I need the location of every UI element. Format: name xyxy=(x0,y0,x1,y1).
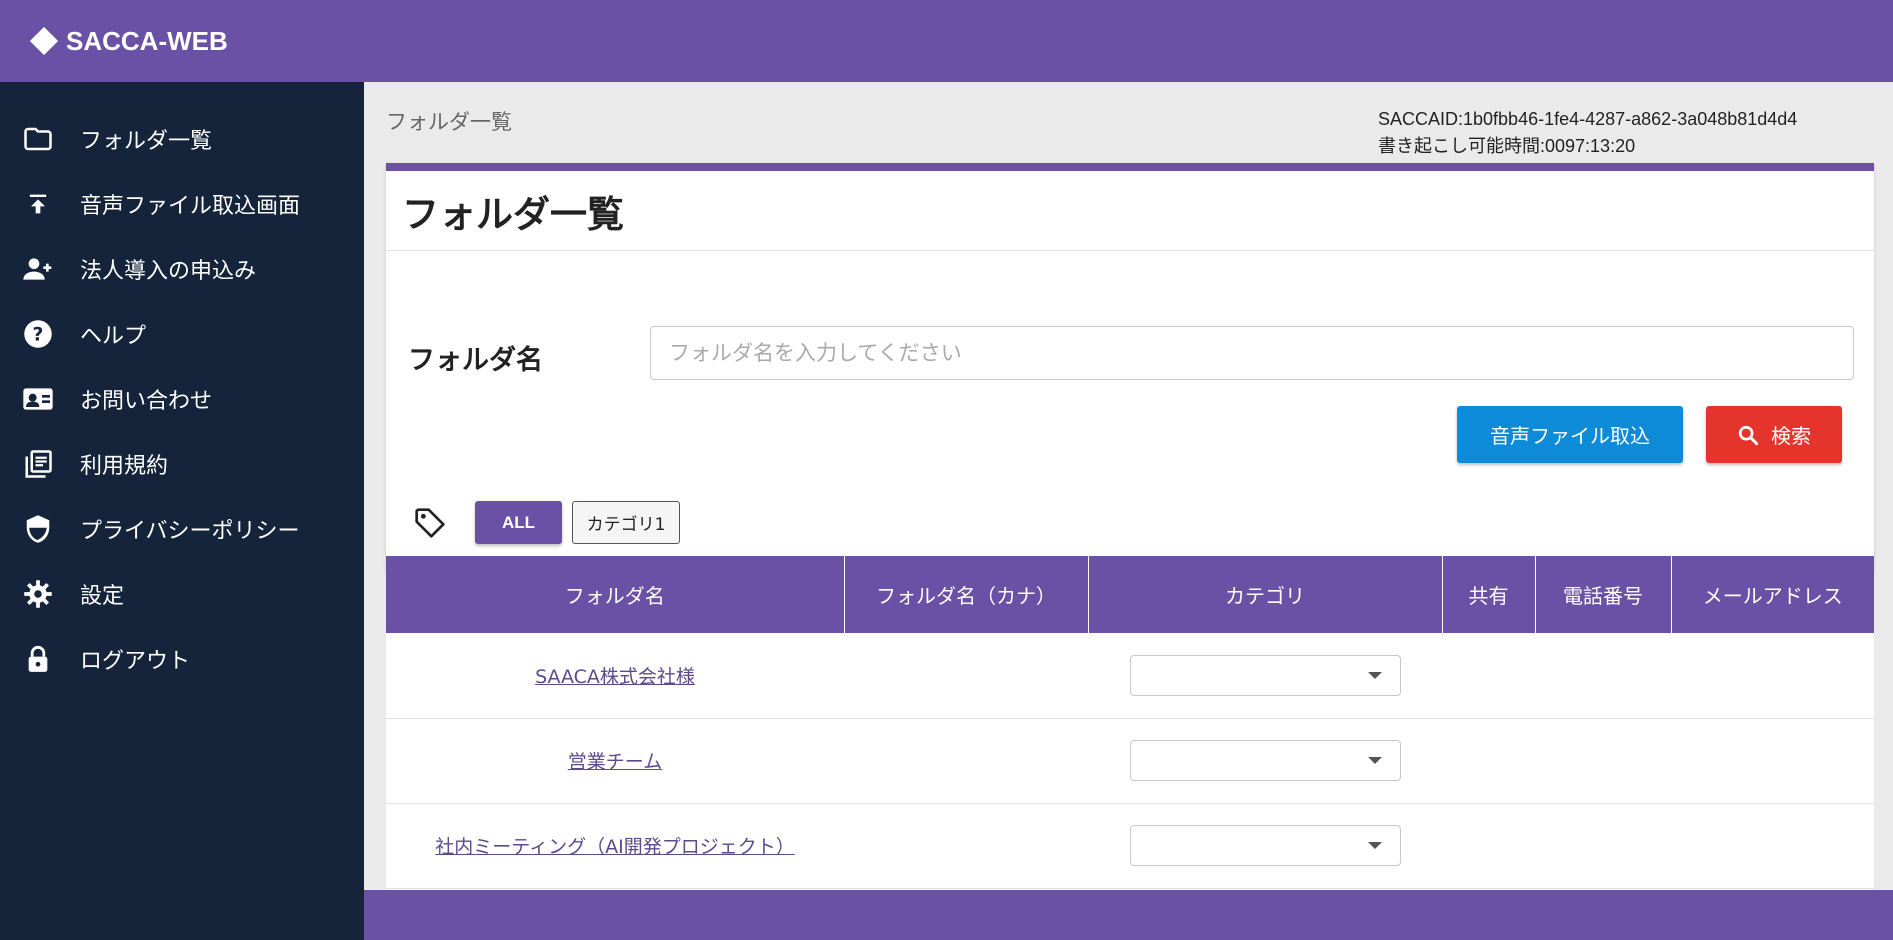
sidebar-item-label: 設定 xyxy=(80,583,125,609)
category-select[interactable] xyxy=(1129,654,1401,696)
cell-phone xyxy=(1535,803,1671,889)
cell-email xyxy=(1671,803,1874,889)
sidebar: フォルダ一覧 音声ファイル取込画面 法人導入の申込み ? ヘルプ お問い合わせ … xyxy=(0,82,364,940)
footer-bar xyxy=(364,890,1893,940)
sidebar-item-terms[interactable]: 利用規約 xyxy=(0,431,364,496)
cell-phone xyxy=(1535,718,1671,804)
brand-logo[interactable]: SACCA-WEB xyxy=(30,26,228,57)
table-row: SAACA株式会社様 xyxy=(386,633,1874,719)
tag-icon xyxy=(414,507,446,539)
cell-folder-kana xyxy=(844,633,1088,719)
shield-icon xyxy=(22,513,54,545)
brand-name: SACCA-WEB xyxy=(66,25,228,56)
upload-icon xyxy=(22,188,54,220)
table-row: 営業チーム xyxy=(386,718,1874,804)
category-select[interactable] xyxy=(1129,740,1401,781)
folder-name-label: フォルダ名 xyxy=(408,345,543,376)
sidebar-item-settings[interactable]: 設定 xyxy=(0,561,364,626)
table-row: 社内ミーティング（AI開発プロジェクト） xyxy=(386,803,1874,889)
folder-search-row: フォルダ名 xyxy=(386,326,1874,380)
sidebar-item-label: ヘルプ xyxy=(80,323,147,349)
cell-folder-name: SAACA株式会社様 xyxy=(386,633,844,719)
sidebar-item-audio-import[interactable]: 音声ファイル取込画面 xyxy=(0,171,364,236)
top-app-bar: SACCA-WEB xyxy=(0,0,1893,82)
sidebar-item-label: フォルダ一覧 xyxy=(80,128,213,154)
sidebar-item-label: ログアウト xyxy=(80,648,191,674)
cell-share xyxy=(1442,718,1535,804)
category-filter-bar: ALL カテゴリ1 xyxy=(386,499,1874,545)
folder-link[interactable]: 営業チーム xyxy=(568,751,662,773)
main-content: フォルダ一覧 SACCAID:1b0fbb46-1fe4-4287-a862-3… xyxy=(364,82,1893,890)
cell-phone xyxy=(1535,633,1671,719)
brand-diamond-icon xyxy=(30,27,58,55)
cell-folder-kana xyxy=(844,718,1088,804)
column-header-email[interactable]: メールアドレス xyxy=(1671,556,1874,633)
cell-category xyxy=(1088,803,1442,889)
filter-chip-category1[interactable]: カテゴリ1 xyxy=(572,501,680,544)
cell-folder-name: 社内ミーティング（AI開発プロジェクト） xyxy=(386,803,844,889)
cell-email xyxy=(1671,718,1874,804)
column-header-category[interactable]: カテゴリ xyxy=(1088,556,1443,633)
sidebar-item-logout[interactable]: ログアウト xyxy=(0,626,364,691)
sidebar-item-privacy[interactable]: プライバシーポリシー xyxy=(0,496,364,561)
sidebar-item-label: プライバシーポリシー xyxy=(80,518,300,544)
sacca-id: SACCAID:1b0fbb46-1fe4-4287-a862-3a048b81… xyxy=(1378,109,1798,129)
sidebar-item-corporate-apply[interactable]: 法人導入の申込み xyxy=(0,236,364,301)
chevron-down-icon xyxy=(1367,842,1382,849)
sidebar-item-label: 利用規約 xyxy=(80,453,169,479)
search-button[interactable]: 検索 xyxy=(1706,406,1842,463)
cell-category xyxy=(1088,633,1442,719)
audio-import-button[interactable]: 音声ファイル取込 xyxy=(1457,406,1683,463)
category-select[interactable] xyxy=(1129,825,1401,866)
cell-share xyxy=(1442,803,1535,889)
remaining-transcription-time: 書き起こし可能時間:0097:13:20 xyxy=(1378,136,1636,156)
search-button-label: 検索 xyxy=(1771,424,1811,448)
cell-email xyxy=(1671,633,1874,719)
folder-table-container: フォルダ名 フォルダ名（カナ） カテゴリ 共有 電話番号 メールアドレス SAA… xyxy=(386,556,1874,890)
add-user-icon xyxy=(22,253,54,285)
chevron-down-icon xyxy=(1367,757,1382,764)
folder-name-input[interactable] xyxy=(650,326,1854,380)
svg-text:?: ? xyxy=(33,324,44,345)
cell-folder-name: 営業チーム xyxy=(386,718,844,804)
search-icon xyxy=(1737,424,1759,446)
sidebar-item-help[interactable]: ? ヘルプ xyxy=(0,301,364,366)
cell-folder-kana xyxy=(844,803,1088,889)
account-info: SACCAID:1b0fbb46-1fe4-4287-a862-3a048b81… xyxy=(1378,106,1797,160)
cell-share xyxy=(1442,633,1535,719)
sidebar-item-folders[interactable]: フォルダ一覧 xyxy=(0,106,364,171)
folder-link[interactable]: 社内ミーティング（AI開発プロジェクト） xyxy=(435,836,794,858)
column-header-phone[interactable]: 電話番号 xyxy=(1535,556,1672,633)
lock-icon xyxy=(22,643,54,675)
folder-icon xyxy=(22,123,54,155)
cell-category xyxy=(1088,718,1442,804)
gear-icon xyxy=(22,578,54,610)
table-header-row: フォルダ名 フォルダ名（カナ） カテゴリ 共有 電話番号 メールアドレス xyxy=(386,556,1874,633)
column-header-folder-kana[interactable]: フォルダ名（カナ） xyxy=(844,556,1089,633)
filter-chip-all[interactable]: ALL xyxy=(475,501,562,544)
help-icon: ? xyxy=(22,318,54,350)
terms-icon xyxy=(22,448,54,480)
sidebar-item-label: お問い合わせ xyxy=(80,388,213,414)
breadcrumb: フォルダ一覧 xyxy=(386,110,512,134)
page-title: フォルダ一覧 xyxy=(386,171,1874,251)
contact-card-icon xyxy=(22,383,54,415)
audio-import-button-label: 音声ファイル取込 xyxy=(1490,424,1650,448)
chevron-down-icon xyxy=(1367,671,1382,679)
column-header-folder-name[interactable]: フォルダ名 xyxy=(386,556,845,633)
column-header-share[interactable]: 共有 xyxy=(1442,556,1536,633)
sidebar-item-label: 音声ファイル取込画面 xyxy=(80,193,301,219)
folder-table: フォルダ名 フォルダ名（カナ） カテゴリ 共有 電話番号 メールアドレス SAA… xyxy=(386,556,1874,889)
sidebar-item-label: 法人導入の申込み xyxy=(80,258,257,284)
folder-link[interactable]: SAACA株式会社様 xyxy=(535,666,695,688)
sidebar-item-contact[interactable]: お問い合わせ xyxy=(0,366,364,431)
